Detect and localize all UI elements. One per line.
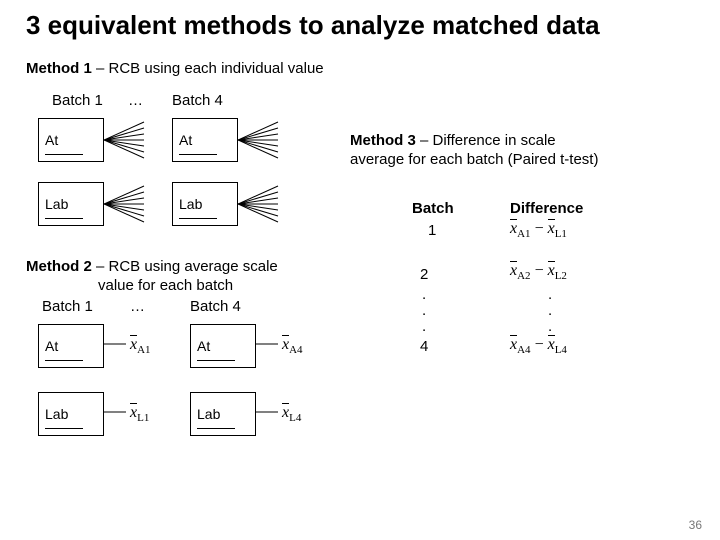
m1-b1-at: At <box>45 132 58 148</box>
line-icon <box>104 340 126 348</box>
m1-b4-lab: Lab <box>179 196 202 212</box>
method2-heading-l2: value for each batch <box>98 277 233 294</box>
m3-row-2: 2 <box>420 266 428 283</box>
m2-b4-lab-box: Lab <box>190 392 256 436</box>
method2-prefix: Method 2 <box>26 258 96 275</box>
underline-icon <box>197 360 235 361</box>
m2-batch1-label: Batch 1 <box>42 298 93 315</box>
m3-col-diff: Difference <box>510 200 583 217</box>
m1-dots: … <box>128 92 143 109</box>
method3-heading-l1: Method 3 – Difference in scale <box>350 132 556 149</box>
m3-row-4: 4 <box>420 338 428 355</box>
underline-icon <box>197 428 235 429</box>
m3-col-batch: Batch <box>412 200 454 217</box>
m3-row-1: 1 <box>428 222 436 239</box>
line-icon <box>104 408 126 416</box>
m3-row-dot3: . <box>422 318 426 335</box>
m3-row-dot1: . <box>422 286 426 303</box>
fan-lines-icon <box>238 118 284 162</box>
underline-icon <box>179 154 217 155</box>
m3-diff-1: xA1 − xL1 <box>510 220 567 240</box>
line-icon <box>256 340 278 348</box>
method1-prefix: Method 1 <box>26 60 96 77</box>
m2-b1-at: At <box>45 338 58 354</box>
m1-b1-lab: Lab <box>45 196 68 212</box>
m1-b1-lab-box: Lab <box>38 182 104 226</box>
m3-diff-dot3: . <box>548 318 552 335</box>
m2-b4-at: At <box>197 338 210 354</box>
method3-suffix1: – Difference in scale <box>420 132 556 149</box>
fan-lines-icon <box>104 182 150 226</box>
m2-b4-at-box: At <box>190 324 256 368</box>
underline-icon <box>45 218 83 219</box>
method2-heading-l1: Method 2 – RCB using average scale <box>26 258 278 275</box>
method1-heading: Method 1 – RCB using each individual val… <box>0 60 324 77</box>
m2-b1-lab-box: Lab <box>38 392 104 436</box>
m2-b1-lab: Lab <box>45 406 68 422</box>
m3-row-dot2: . <box>422 302 426 319</box>
m2-batch4-label: Batch 4 <box>190 298 241 315</box>
underline-icon <box>45 154 83 155</box>
line-icon <box>256 408 278 416</box>
m2-xL4: xL4 <box>282 404 301 424</box>
page-number: 36 <box>689 518 702 532</box>
m2-xA1: xA1 <box>130 336 151 356</box>
method3-heading-l2: average for each batch (Paired t-test) <box>350 151 598 168</box>
m3-diff-4: xA4 − xL4 <box>510 336 567 356</box>
m3-diff-2: xA2 − xL2 <box>510 262 567 282</box>
underline-icon <box>179 218 217 219</box>
m2-b1-at-box: At <box>38 324 104 368</box>
m1-b4-lab-box: Lab <box>172 182 238 226</box>
fan-lines-icon <box>238 182 284 226</box>
method1-suffix: – RCB using each individual value <box>96 60 324 77</box>
m2-xA4: xA4 <box>282 336 303 356</box>
method2-suffix1: – RCB using average scale <box>96 258 278 275</box>
m1-batch1-label: Batch 1 <box>52 92 103 109</box>
slide-title: 3 equivalent methods to analyze matched … <box>0 0 720 47</box>
fan-lines-icon <box>104 118 150 162</box>
method3-prefix: Method 3 <box>350 132 420 149</box>
m2-dots: … <box>130 298 145 315</box>
underline-icon <box>45 428 83 429</box>
m1-batch4-label: Batch 4 <box>172 92 223 109</box>
underline-icon <box>45 360 83 361</box>
m3-diff-dot1: . <box>548 286 552 303</box>
m2-b4-lab: Lab <box>197 406 220 422</box>
m2-xL1: xL1 <box>130 404 149 424</box>
m1-b1-at-box: At <box>38 118 104 162</box>
m1-b4-at: At <box>179 132 192 148</box>
m3-diff-dot2: . <box>548 302 552 319</box>
m1-b4-at-box: At <box>172 118 238 162</box>
